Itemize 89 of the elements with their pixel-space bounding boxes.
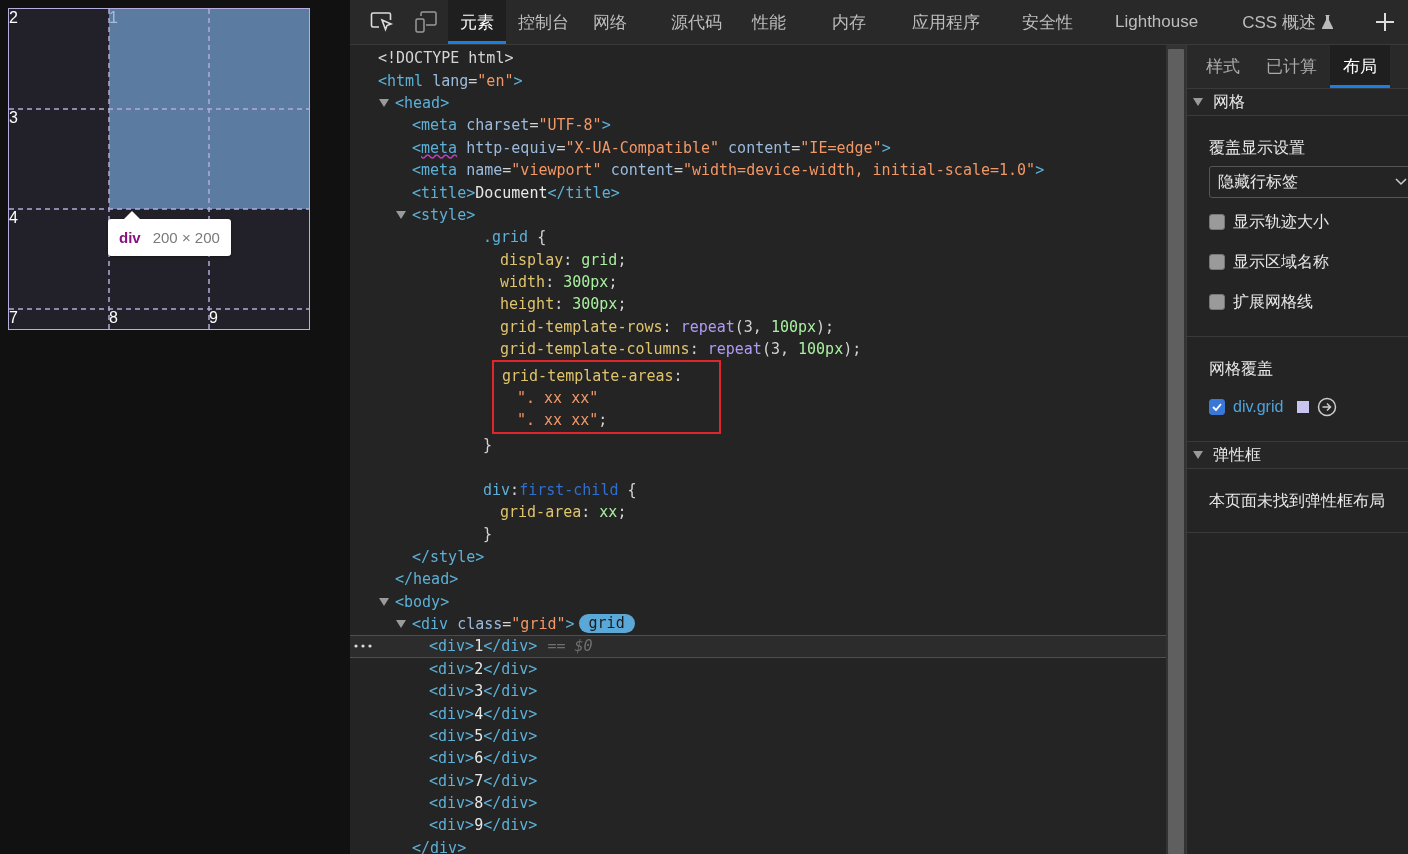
code-line[interactable]: <div>1</div> <box>429 637 538 656</box>
code-line: grid-template-columns: repeat(3, 100px); <box>500 340 862 359</box>
flask-icon <box>1321 15 1333 29</box>
code-line[interactable]: <!DOCTYPE html> <box>378 49 514 68</box>
option-label[interactable]: 扩展网格线 <box>1233 291 1313 313</box>
code-line[interactable]: <div>4</div> <box>429 704 538 723</box>
devtools-tab[interactable]: Lighthouse <box>1103 0 1211 44</box>
option-label[interactable]: 显示区域名称 <box>1233 251 1329 273</box>
sidebar-tab[interactable]: 样式 <box>1193 45 1253 88</box>
label-select[interactable]: 隐藏行标签 <box>1209 166 1408 198</box>
code-line: ". xx xx" <box>517 389 599 408</box>
code-line[interactable]: <meta name="viewport" content="width=device-width, initial-scale=1.0"> <box>412 161 1045 180</box>
group-title: 覆盖显示设置 <box>1209 138 1306 158</box>
devtools-tab[interactable]: 性能 <box>740 0 798 44</box>
code-line: } <box>483 525 493 544</box>
grid-badge[interactable]: grid <box>578 614 635 634</box>
scrollbar-thumb[interactable] <box>1168 49 1184 854</box>
item-number: 4 <box>9 209 18 227</box>
item-number: 1 <box>109 9 118 27</box>
item-number: 8 <box>109 309 118 327</box>
devtools-tab[interactable]: 安全性 <box>1010 0 1085 44</box>
expand-triangle-icon[interactable] <box>379 596 389 607</box>
code-line: grid-template-rows: repeat(3, 100px); <box>500 317 835 336</box>
devtools-tab[interactable]: 元素 <box>448 0 506 44</box>
more-icon[interactable] <box>354 644 374 649</box>
code-line: grid-template-areas: <box>502 366 683 385</box>
chevron-down-icon <box>1395 178 1407 186</box>
tooltip-size: 200 × 200 <box>152 229 220 246</box>
inspect-icon[interactable] <box>370 11 394 33</box>
checkbox[interactable] <box>1209 254 1225 270</box>
color-swatch[interactable] <box>1297 401 1310 413</box>
code-line: grid-area: xx; <box>500 503 627 521</box>
checkbox[interactable] <box>1209 294 1225 310</box>
option-label[interactable]: 显示轨迹大小 <box>1233 211 1329 233</box>
code-line[interactable]: <meta http-equiv="X-UA-Compatible" content="IE=edge"> <box>412 138 891 157</box>
code-line[interactable]: <div>2</div> <box>429 659 538 678</box>
devtools-tab[interactable]: CSS 概述 <box>1230 0 1345 44</box>
item-number: 7 <box>9 309 18 327</box>
arrow-circle-icon[interactable] <box>1317 397 1338 417</box>
code-line: width: 300px; <box>500 273 618 292</box>
section-title[interactable]: 网格 <box>1213 91 1245 113</box>
checkbox[interactable] <box>1209 399 1225 415</box>
group-title: 网格覆盖 <box>1209 359 1274 379</box>
checkmark-icon <box>1212 403 1222 411</box>
code-line[interactable]: <div class="grid"> <box>412 614 575 633</box>
section-toggle-icon[interactable] <box>1193 97 1203 107</box>
code-line[interactable]: </head> <box>395 570 459 589</box>
console-ref-hint: == $0 <box>547 637 593 656</box>
code-line[interactable]: <title>Document</title> <box>412 183 620 202</box>
devtools-tab[interactable]: 应用程序 <box>900 0 992 44</box>
element-link[interactable]: div.grid <box>1233 398 1284 416</box>
code-line: .grid { <box>483 228 547 247</box>
code-line[interactable]: <body> <box>395 592 450 611</box>
expand-triangle-icon[interactable] <box>396 618 406 629</box>
code-line[interactable]: <div>5</div> <box>429 726 538 745</box>
code-line[interactable]: <html lang="en"> <box>378 71 523 90</box>
item-number: 3 <box>9 109 18 127</box>
section-title[interactable]: 弹性框 <box>1213 444 1261 466</box>
code-line[interactable]: <head> <box>395 93 450 112</box>
devtools-tab[interactable]: 内存 <box>820 0 878 44</box>
code-line[interactable]: <div>8</div> <box>429 794 538 813</box>
expand-triangle-icon[interactable] <box>379 97 389 108</box>
devtools-tab[interactable]: 网络 <box>581 0 639 44</box>
expand-triangle-icon[interactable] <box>396 209 406 220</box>
devtools-tab[interactable]: 源代码 <box>659 0 734 44</box>
device-icon[interactable] <box>414 10 438 34</box>
code-line[interactable]: </div> <box>412 838 467 854</box>
code-line[interactable]: <div>9</div> <box>429 816 538 835</box>
devtools-tab[interactable]: 控制台 <box>506 0 581 44</box>
code-line[interactable]: </style> <box>412 547 485 566</box>
code-line[interactable]: <div>6</div> <box>429 749 538 768</box>
code-line: display: grid; <box>500 250 627 269</box>
plus-icon[interactable] <box>1374 12 1395 32</box>
code-line: div:first-child { <box>483 480 637 499</box>
checkbox[interactable] <box>1209 214 1225 230</box>
tooltip-tag: div <box>119 229 141 246</box>
code-line[interactable]: <meta charset="UTF-8"> <box>412 116 611 135</box>
empty-message: 本页面未找到弹性框布局 <box>1187 469 1408 533</box>
sidebar-tab[interactable]: 已计算 <box>1253 45 1330 88</box>
code-line: height: 300px; <box>500 295 627 314</box>
section-toggle-icon[interactable] <box>1193 450 1203 460</box>
item-number: 2 <box>9 9 18 27</box>
code-line[interactable]: <div>7</div> <box>429 771 538 790</box>
code-line[interactable]: <style> <box>412 205 476 224</box>
code-line: ". xx xx"; <box>517 411 608 430</box>
code-line: } <box>483 435 493 454</box>
sidebar-tab[interactable]: 布局 <box>1330 45 1390 88</box>
item-number: 9 <box>209 309 218 327</box>
code-line[interactable]: <div>3</div> <box>429 682 538 701</box>
